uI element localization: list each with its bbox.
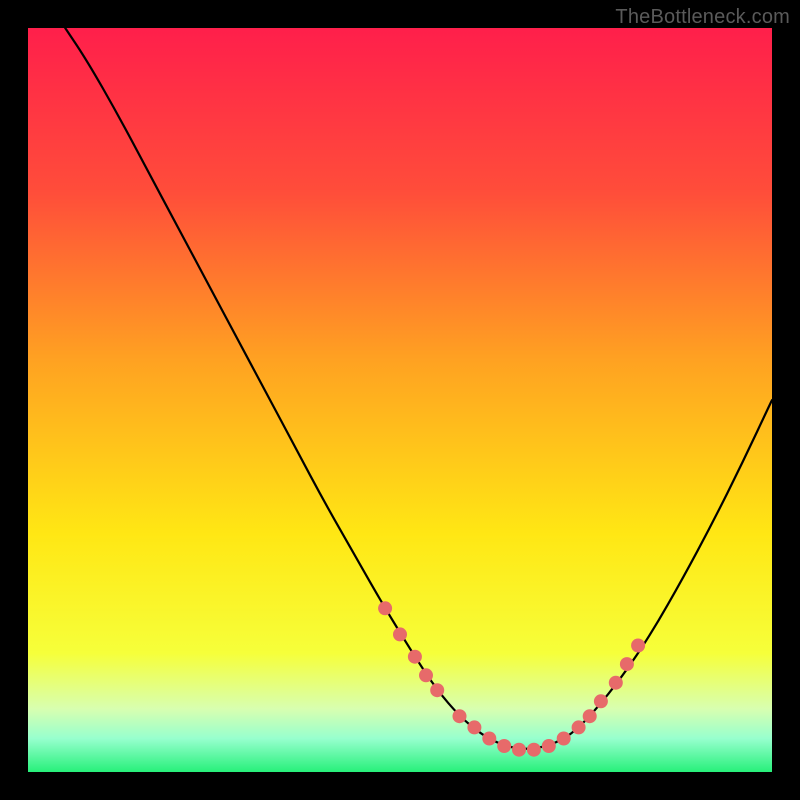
highlight-point	[482, 732, 496, 746]
chart-stage: TheBottleneck.com	[0, 0, 800, 800]
highlight-point	[631, 639, 645, 653]
highlight-point	[430, 683, 444, 697]
plot-background	[28, 28, 772, 772]
highlight-point	[583, 709, 597, 723]
highlight-point	[609, 676, 623, 690]
highlight-point	[378, 601, 392, 615]
highlight-point	[594, 694, 608, 708]
highlight-point	[467, 720, 481, 734]
watermark-label: TheBottleneck.com	[615, 6, 790, 29]
bottleneck-chart	[0, 0, 800, 800]
highlight-point	[419, 668, 433, 682]
highlight-point	[542, 739, 556, 753]
highlight-point	[408, 650, 422, 664]
highlight-point	[512, 743, 526, 757]
highlight-point	[557, 732, 571, 746]
highlight-point	[527, 743, 541, 757]
highlight-point	[620, 657, 634, 671]
highlight-point	[453, 709, 467, 723]
highlight-point	[497, 739, 511, 753]
highlight-point	[393, 627, 407, 641]
highlight-point	[572, 720, 586, 734]
